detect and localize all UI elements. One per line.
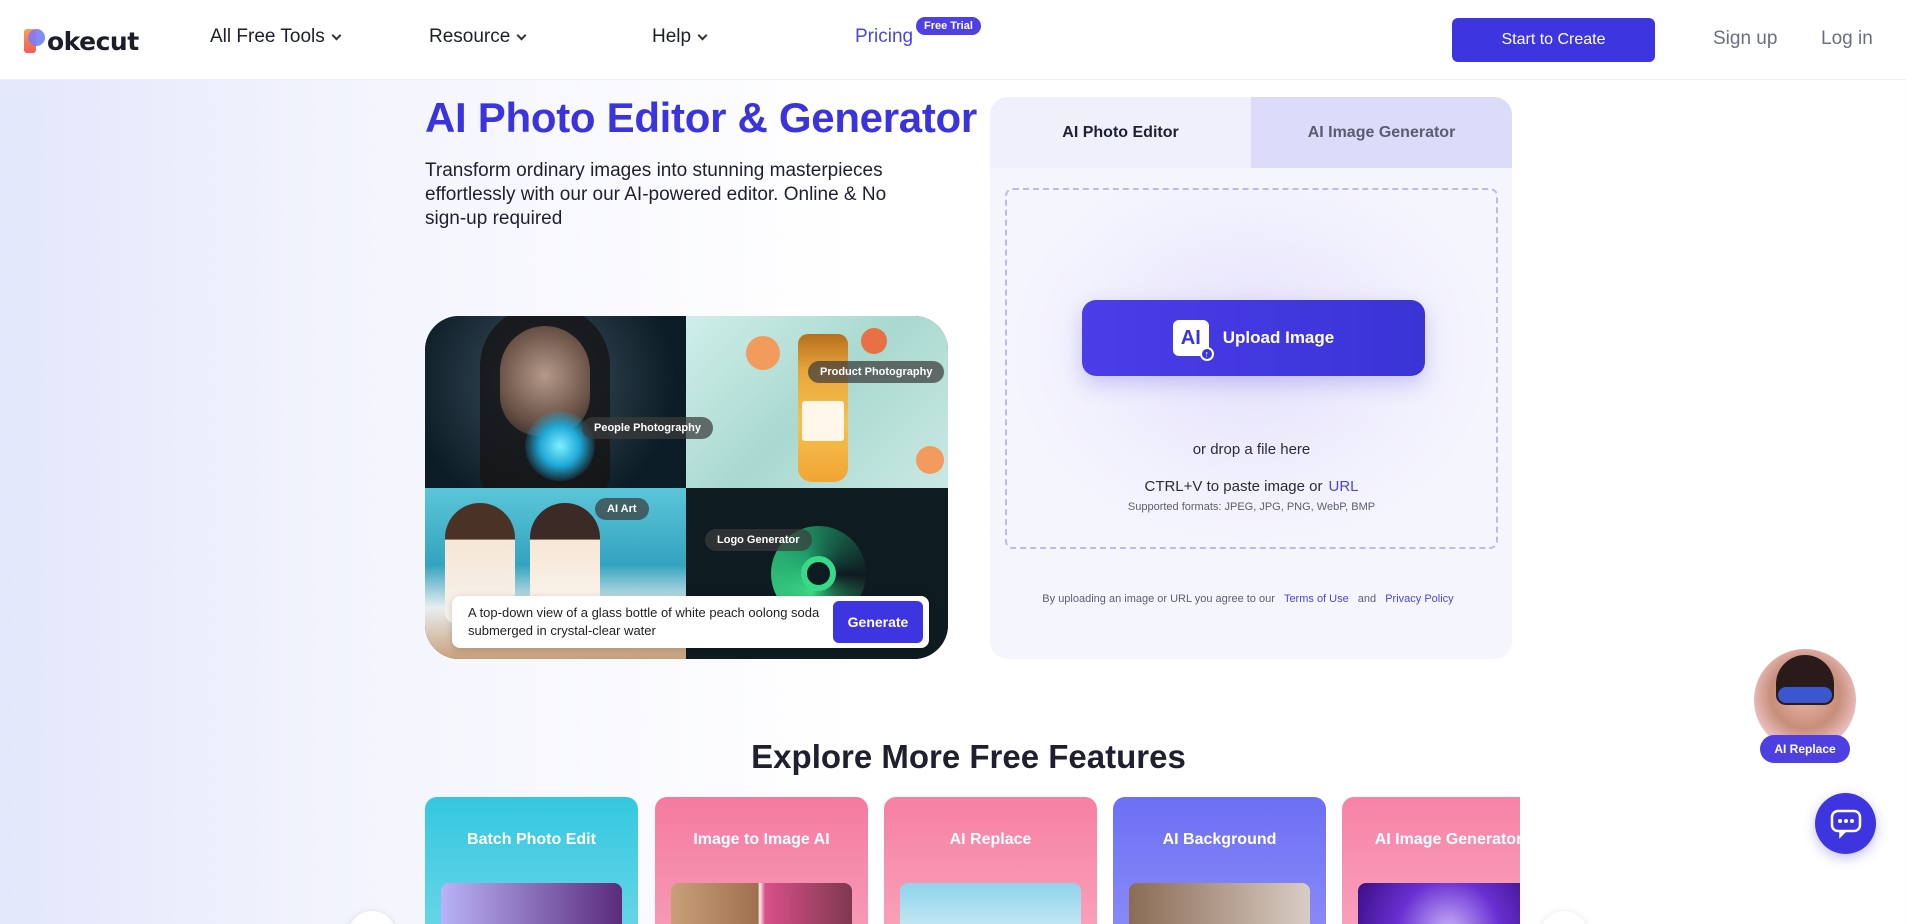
nav-help[interactable]: Help xyxy=(652,26,708,48)
editor-panel: AI Photo Editor AI Image Generator AI ↑ … xyxy=(990,97,1512,659)
ai-replace-floating-widget[interactable]: AI Replace xyxy=(1754,649,1856,765)
people-photography-image xyxy=(425,316,686,496)
nav-resource-label: Resource xyxy=(429,26,511,47)
chip-logo-generator: Logo Generator xyxy=(705,529,812,551)
chip-ai-art: AI Art xyxy=(595,498,649,520)
feature-card-image xyxy=(671,883,852,924)
chat-support-button[interactable] xyxy=(1815,793,1876,854)
logo-mark-icon xyxy=(24,27,46,55)
and-text: and xyxy=(1357,593,1377,605)
feature-card-title: Image to Image AI xyxy=(693,831,830,848)
terms-of-use-link[interactable]: Terms of Use xyxy=(1284,593,1349,605)
agree-text: By uploading an image or URL you agree t… xyxy=(1042,593,1275,605)
pokecut-logo[interactable]: okecut xyxy=(24,24,139,58)
upload-dropzone[interactable]: AI ↑ Upload Image or drop a file here CT… xyxy=(1005,188,1498,549)
tab-ai-image-generator[interactable]: AI Image Generator xyxy=(1251,97,1512,168)
nav-help-label: Help xyxy=(652,26,692,47)
feature-card-title: Batch Photo Edit xyxy=(467,831,596,848)
feature-card-batch-photo-edit[interactable]: Batch Photo Edit xyxy=(425,797,638,924)
chevron-down-icon xyxy=(697,30,708,40)
features-carousel: Batch Photo Edit Image to Image AI AI Re… xyxy=(425,797,1520,924)
carousel-prev-button[interactable]: ‹ xyxy=(348,911,396,924)
nav-resource[interactable]: Resource xyxy=(429,26,527,48)
privacy-policy-link[interactable]: Privacy Policy xyxy=(1385,593,1453,605)
nav-all-free-tools-label: All Free Tools xyxy=(210,26,325,47)
chip-people-photography: People Photography xyxy=(582,417,713,439)
supported-formats: Supported formats: JPEG, JPG, PNG, WebP,… xyxy=(1127,501,1376,513)
chat-bubble-icon xyxy=(1830,809,1861,839)
top-navigation-bar: okecut All Free Tools Resource Help Pric… xyxy=(0,0,1906,80)
upload-image-button[interactable]: AI ↑ Upload Image xyxy=(1082,300,1425,376)
sign-up-link[interactable]: Sign up xyxy=(1713,28,1777,50)
log-in-link[interactable]: Log in xyxy=(1821,28,1873,50)
feature-card-image-to-image[interactable]: Image to Image AI xyxy=(655,797,868,924)
feature-card-image xyxy=(900,883,1081,924)
feature-card-image xyxy=(1129,883,1310,924)
chip-product-photography: Product Photography xyxy=(808,361,945,383)
chevron-down-icon xyxy=(331,30,342,40)
hero-subtitle: Transform ordinary images into stunning … xyxy=(425,160,887,229)
page-title: AI Photo Editor & Generator xyxy=(425,94,977,141)
feature-card-title: AI Background xyxy=(1162,831,1277,848)
feature-card-ai-image-generator[interactable]: AI Image Generator xyxy=(1342,797,1520,924)
feature-card-ai-replace[interactable]: AI Replace xyxy=(884,797,1097,924)
start-to-create-button[interactable]: Start to Create xyxy=(1452,18,1655,62)
agreement-text: By uploading an image or URL you agree t… xyxy=(990,593,1512,605)
paste-instructions: CTRL+V to paste image or URL xyxy=(1007,478,1496,495)
logo-text: okecut xyxy=(47,26,139,56)
url-link[interactable]: URL xyxy=(1329,478,1359,495)
ai-upload-icon: AI ↑ xyxy=(1172,320,1214,361)
carousel-next-button[interactable]: › xyxy=(1540,911,1588,924)
nav-pricing-label: Pricing xyxy=(855,26,914,47)
chevron-down-icon xyxy=(516,30,527,40)
feature-card-title: AI Image Generator xyxy=(1374,831,1520,848)
feature-card-ai-background[interactable]: AI Background xyxy=(1113,797,1326,924)
nav-all-free-tools[interactable]: All Free Tools xyxy=(210,26,342,48)
explore-section-title: Explore More Free Features xyxy=(751,738,1186,775)
tab-ai-photo-editor[interactable]: AI Photo Editor xyxy=(990,97,1251,168)
ai-replace-label: AI Replace xyxy=(1760,735,1850,763)
drop-file-text: or drop a file here xyxy=(1192,441,1311,458)
nav-pricing[interactable]: Pricing xyxy=(855,26,913,48)
prompt-input[interactable]: A top-down view of a glass bottle of whi… xyxy=(452,596,929,648)
paste-text: CTRL+V to paste image or xyxy=(1144,478,1323,495)
feature-card-image xyxy=(1358,883,1520,924)
feature-card-title: AI Replace xyxy=(949,831,1032,848)
free-trial-badge: Free Trial xyxy=(916,17,981,35)
feature-card-image xyxy=(441,883,622,924)
prompt-text: A top-down view of a glass bottle of whi… xyxy=(468,605,820,638)
product-photography-image xyxy=(686,316,948,488)
upload-image-label: Upload Image xyxy=(1222,328,1335,347)
generate-button[interactable]: Generate xyxy=(833,601,923,643)
